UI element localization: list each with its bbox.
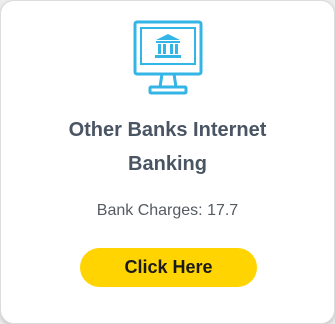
payment-option-card: Other Banks Internet Banking Bank Charge… (0, 0, 335, 324)
click-here-button[interactable]: Click Here (80, 248, 257, 287)
card-title-line-2: Banking (128, 153, 207, 175)
bank-monitor-icon (132, 19, 204, 101)
bank-charges-label: Bank Charges: 17.7 (96, 202, 239, 219)
card-title: Other Banks Internet Banking (21, 113, 314, 181)
card-title-line-1: Other Banks Internet (68, 119, 267, 141)
